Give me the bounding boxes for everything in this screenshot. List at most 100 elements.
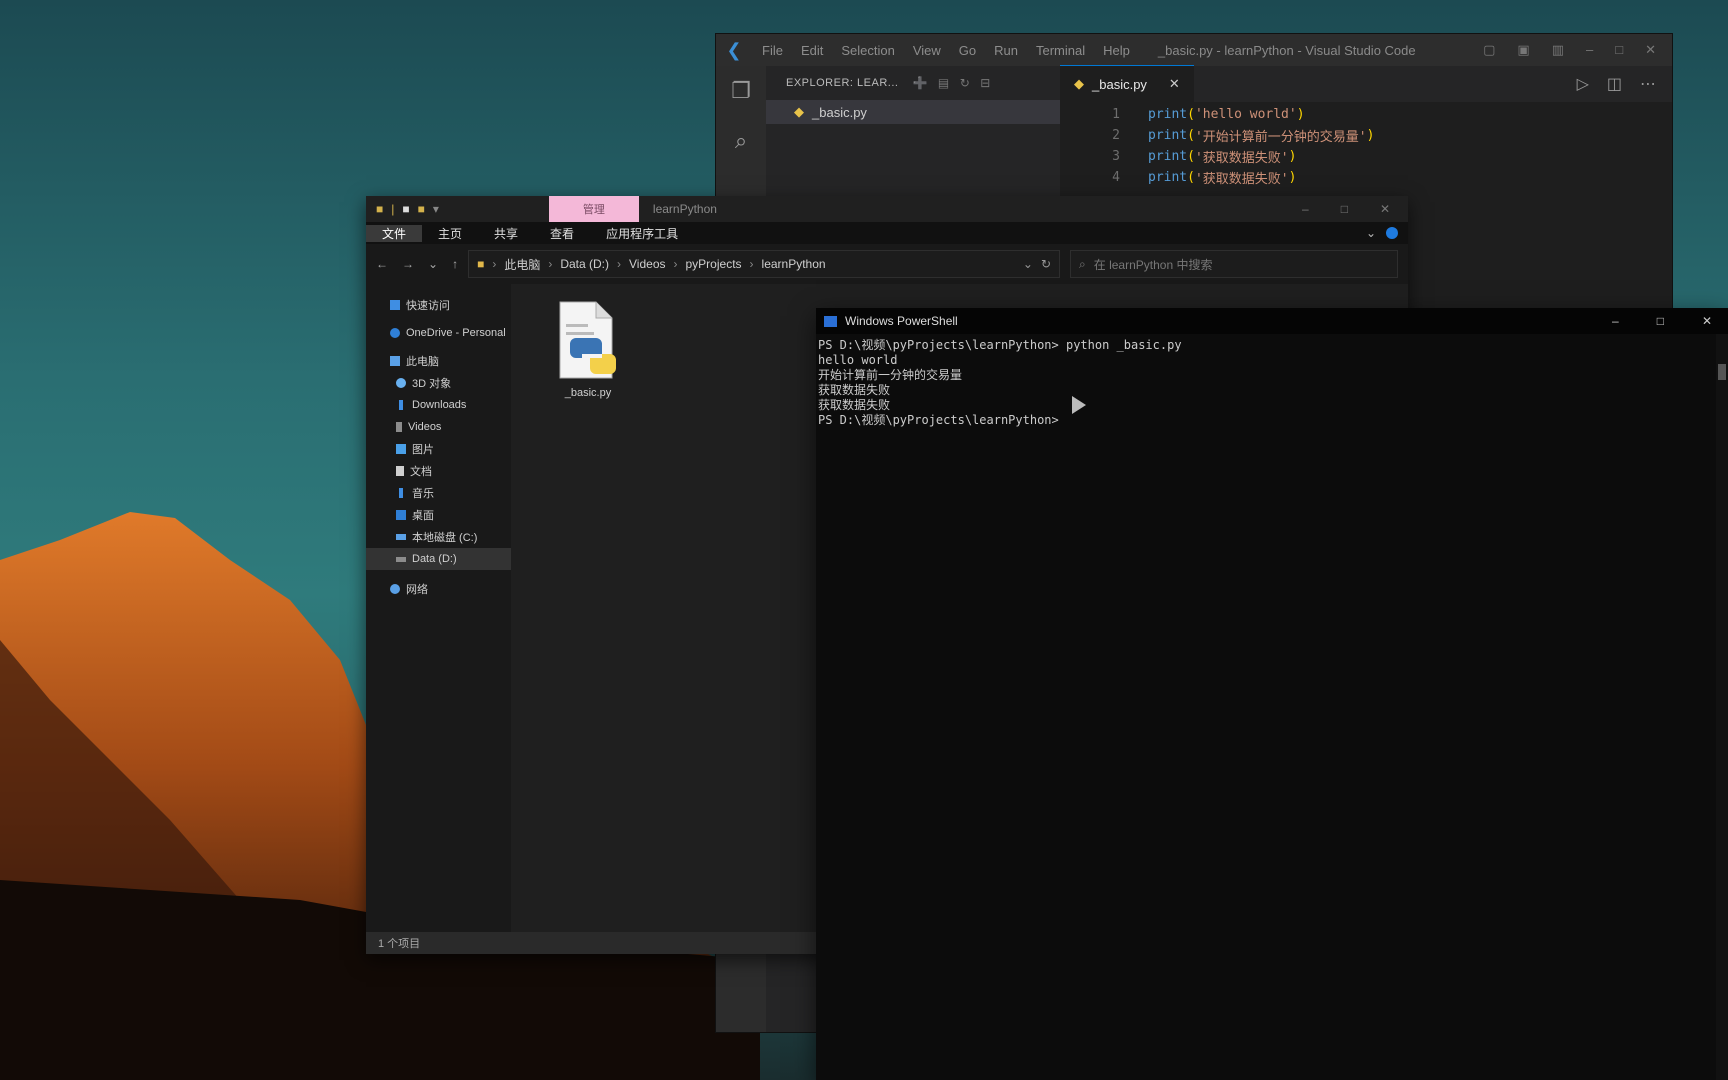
maximize-icon[interactable]: □	[1615, 42, 1623, 58]
menu-view[interactable]: View	[913, 43, 941, 58]
toggle-panel-icon[interactable]: ▣	[1517, 42, 1529, 58]
menu-terminal[interactable]: Terminal	[1036, 43, 1085, 58]
minimize-icon[interactable]: –	[1302, 202, 1309, 216]
ribbon-right-controls: ⌄	[1366, 226, 1408, 240]
nav-item-videos[interactable]: Videos	[366, 416, 511, 438]
recent-chevron-icon[interactable]: ⌄	[428, 257, 438, 271]
breadcrumb-pyprojects[interactable]: pyProjects	[686, 257, 742, 271]
explorer-file-item[interactable]: ◆ _basic.py	[766, 100, 1060, 124]
computer-icon	[390, 356, 400, 366]
explorer-titlebar: ■ | ■ ■ ▾ 管理 learnPython – □ ✕	[366, 196, 1408, 222]
code-function: print	[1148, 170, 1188, 185]
code-line: 3 print('获取数据失败')	[1060, 146, 1672, 167]
expand-ribbon-chevron-icon[interactable]: ⌄	[1366, 226, 1376, 240]
terminal-line: hello world	[818, 353, 898, 367]
minimize-icon[interactable]: –	[1586, 42, 1593, 58]
breadcrumb-data-drive[interactable]: Data (D:)	[560, 257, 609, 271]
picture-icon	[396, 444, 406, 454]
contextual-tab-manage[interactable]: 管理	[548, 196, 639, 222]
refresh-icon[interactable]: ↻	[960, 76, 971, 90]
menu-go[interactable]: Go	[959, 43, 976, 58]
nav-item-onedrive[interactable]: OneDrive - Personal	[366, 322, 511, 344]
dropdown-chevron-icon[interactable]: ▾	[433, 202, 439, 216]
vscode-window-controls: ▢ ▣ ▥ – □ ✕	[1483, 42, 1672, 58]
new-folder-icon[interactable]: ■	[418, 202, 425, 216]
drive-icon	[396, 556, 406, 562]
split-editor-icon[interactable]: ◫	[1607, 74, 1622, 94]
breadcrumb-separator: ›	[673, 257, 678, 271]
vscode-window-title: _basic.py - learnPython - Visual Studio …	[1157, 42, 1416, 58]
help-icon[interactable]	[1386, 227, 1398, 239]
nav-item-3d-objects[interactable]: 3D 对象	[366, 372, 511, 394]
line-number: 4	[1112, 170, 1120, 185]
nav-label: 文档	[410, 466, 432, 478]
close-icon[interactable]: ✕	[1645, 42, 1656, 58]
menu-file[interactable]: File	[762, 43, 783, 58]
python-file-icon: ◆	[1074, 76, 1084, 91]
nav-item-network[interactable]: 网络	[366, 578, 511, 600]
menu-help[interactable]: Help	[1103, 43, 1130, 58]
close-icon[interactable]: ✕	[1380, 202, 1390, 216]
menu-edit[interactable]: Edit	[801, 43, 823, 58]
nav-item-pictures[interactable]: 图片	[366, 438, 511, 460]
download-arrow-icon	[399, 400, 403, 410]
collapse-all-icon[interactable]: ⊟	[980, 76, 991, 90]
menu-selection[interactable]: Selection	[841, 43, 894, 58]
nav-item-downloads[interactable]: Downloads	[366, 394, 511, 416]
nav-item-quick-access[interactable]: 快速访问	[366, 294, 511, 316]
back-arrow-icon[interactable]: ←	[376, 257, 388, 271]
powershell-icon	[824, 315, 837, 327]
breadcrumb-learnpython[interactable]: learnPython	[762, 257, 826, 271]
nav-item-local-disk-c[interactable]: 本地磁盘 (C:)	[366, 526, 511, 548]
search-icon[interactable]: ⌕	[716, 116, 766, 166]
nav-label: 网络	[406, 584, 428, 596]
ribbon-tab-app-tools[interactable]: 应用程序工具	[590, 225, 694, 242]
nav-item-data-d[interactable]: Data (D:)	[366, 548, 511, 570]
line-number: 3	[1112, 149, 1120, 164]
maximize-icon[interactable]: □	[1341, 202, 1348, 216]
code-view[interactable]: 1 print('hello world') 2 print('开始计算前一分钟的交…	[1060, 102, 1672, 188]
close-icon[interactable]: ✕	[1702, 314, 1712, 328]
tab-basic-py[interactable]: ◆ _basic.py ✕	[1060, 65, 1194, 102]
ribbon-tab-view[interactable]: 查看	[534, 225, 590, 242]
new-folder-icon[interactable]: ▤	[938, 76, 950, 90]
forward-arrow-icon[interactable]: →	[402, 257, 414, 271]
editor-tabs: ◆ _basic.py ✕ ▷ ◫ ⋯	[1060, 65, 1672, 102]
terminal-output[interactable]: PS D:\视频\pyProjects\learnPython> python …	[816, 334, 1728, 432]
nav-label: 3D 对象	[412, 378, 452, 390]
properties-icon[interactable]: ■	[402, 202, 409, 216]
ribbon-tab-file[interactable]: 文件	[366, 224, 423, 242]
folder-icon[interactable]: ■	[376, 202, 383, 216]
drive-icon	[396, 534, 406, 540]
close-tab-icon[interactable]: ✕	[1169, 76, 1180, 92]
explorer-files-icon[interactable]: ❐	[716, 66, 766, 116]
refresh-icon[interactable]: ↻	[1041, 257, 1051, 271]
up-arrow-icon[interactable]: ↑	[452, 257, 458, 271]
toggle-sidebar-icon[interactable]: ▢	[1483, 42, 1495, 58]
terminal-scrollbar[interactable]	[1716, 334, 1728, 1080]
more-actions-icon[interactable]: ⋯	[1640, 74, 1656, 94]
new-file-icon[interactable]: ➕	[912, 76, 927, 90]
nav-item-music[interactable]: 音乐	[366, 482, 511, 504]
scrollbar-thumb[interactable]	[1718, 364, 1726, 380]
search-input[interactable]: ⌕ 在 learnPython 中搜索	[1070, 250, 1398, 278]
nav-item-this-pc[interactable]: 此电脑	[366, 350, 511, 372]
nav-label: Data (D:)	[412, 553, 457, 565]
nav-item-desktop[interactable]: 桌面	[366, 504, 511, 526]
ribbon-tab-home[interactable]: 主页	[422, 225, 478, 242]
menu-run[interactable]: Run	[994, 43, 1018, 58]
file-name: _basic.py	[812, 104, 867, 120]
minimize-icon[interactable]: –	[1612, 314, 1619, 328]
desktop-icon	[396, 510, 406, 520]
maximize-icon[interactable]: □	[1657, 314, 1664, 328]
breadcrumb-this-pc[interactable]: 此电脑	[504, 256, 540, 273]
run-icon[interactable]: ▷	[1577, 74, 1589, 94]
nav-item-documents[interactable]: 文档	[366, 460, 511, 482]
file-item-basic-py[interactable]: _basic.py	[543, 298, 633, 399]
address-bar[interactable]: ■ › 此电脑 › Data (D:) › Videos › pyProject…	[468, 250, 1060, 278]
split-layout-icon[interactable]: ▥	[1552, 42, 1564, 58]
ribbon-tab-share[interactable]: 共享	[478, 225, 534, 242]
code-string: '开始计算前一分钟的交易量'	[1194, 130, 1367, 145]
breadcrumb-videos[interactable]: Videos	[629, 257, 665, 271]
address-dropdown-icon[interactable]: ⌄	[1023, 257, 1033, 271]
